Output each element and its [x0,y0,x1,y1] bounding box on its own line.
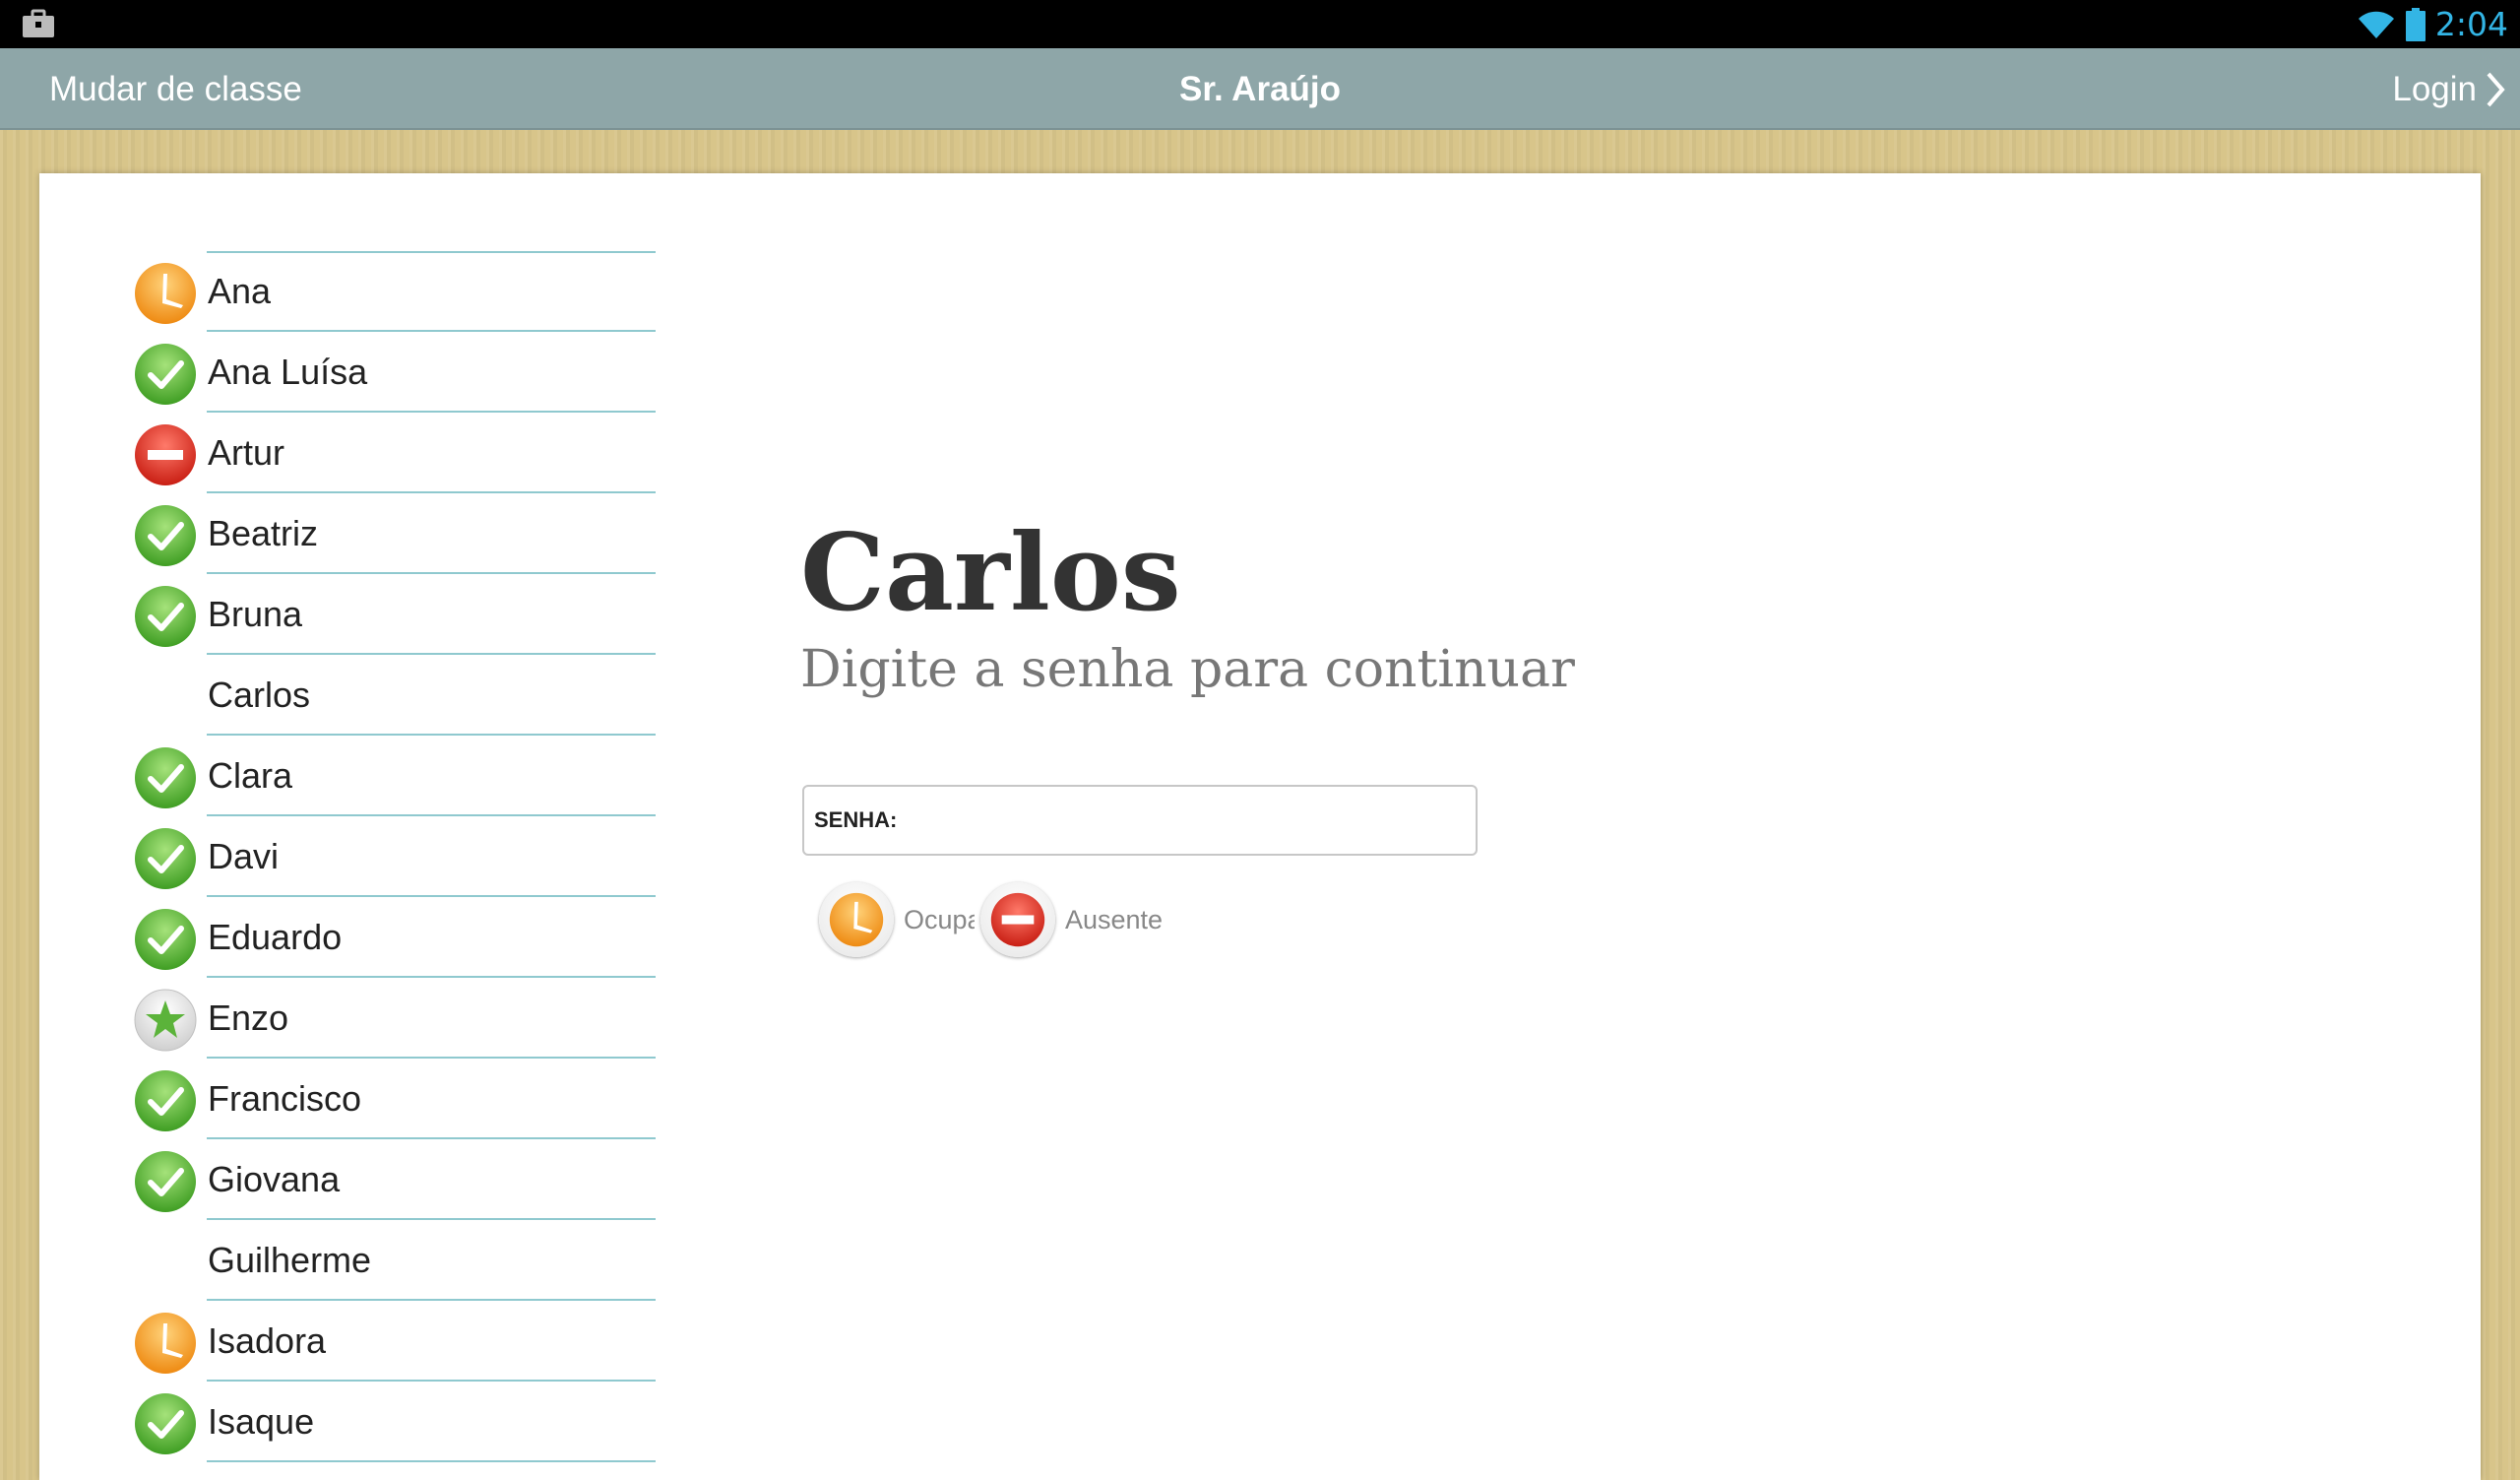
busy-status-label: Ocupa [904,904,975,934]
student-name: Giovana [208,1159,341,1199]
no-entry-icon [134,423,197,486]
login-label: Login [2392,69,2477,108]
absent-status-label: Ausente [1065,904,1164,934]
status-bar: 2:04 [0,0,2520,48]
status-icons: 2:04 [2357,0,2508,48]
star-icon [134,989,197,1052]
student-row[interactable]: Enzo [134,978,656,1059]
student-name: Guilherme [208,1240,372,1280]
student-row[interactable]: Davi [134,816,656,897]
student-row[interactable]: Isadora [134,1301,656,1382]
checkmark-icon [134,746,197,809]
row-divider [207,251,656,253]
no-entry-ring [980,882,1055,957]
absent-status-button[interactable]: Ausente [980,882,1163,957]
student-row[interactable]: Artur [134,413,656,493]
login-button[interactable]: Login [2392,48,2506,130]
student-name: Ana [208,271,272,311]
briefcase-icon [23,9,54,37]
student-row[interactable]: Giovana [134,1139,656,1220]
clock-time: 2:04 [2434,5,2508,43]
busy-status-button[interactable]: Ocupa [819,882,975,957]
app-bar: Mudar de classe Sr. Araújo Login [0,48,2520,130]
student-row[interactable]: Eduardo [134,897,656,978]
student-row[interactable]: Isaque [134,1382,656,1462]
student-name: Isaque [208,1401,315,1442]
student-name: Artur [208,432,285,473]
row-divider [207,1460,656,1462]
student-name: Ana Luísa [208,352,368,392]
wifi-icon [2358,11,2394,38]
password-label: SENHA: [814,807,898,832]
clock-ring [819,882,894,957]
student-name: Beatriz [208,513,319,553]
no-entry-icon [990,892,1045,947]
checkmark-icon [134,343,197,406]
password-input[interactable] [907,804,1476,837]
password-field[interactable]: SENHA: [802,785,1478,856]
page-title: Sr. Araújo [1178,70,1342,108]
student-row[interactable]: Ana Luísa [134,332,656,413]
checkmark-icon [134,827,197,890]
student-name: Isadora [208,1320,327,1361]
checkmark-icon [134,585,197,648]
student-name: Bruna [208,594,303,634]
checkmark-icon [134,504,197,567]
checkmark-icon [134,908,197,971]
student-row[interactable]: Carlos [134,655,656,736]
checkmark-icon [134,1069,197,1132]
student-row[interactable]: Guilherme [134,1220,656,1301]
selected-student-name: Carlos [800,511,1181,635]
student-row[interactable]: Francisco [134,1059,656,1139]
student-name: Eduardo [208,917,343,957]
student-name: Carlos [208,675,311,715]
clock-icon [134,262,197,325]
clock-icon [134,1312,197,1375]
student-name: Francisco [208,1078,362,1119]
clock-icon [829,892,884,947]
battery-icon [2405,7,2426,41]
student-name: Davi [208,836,280,876]
student-row[interactable]: Clara [134,736,656,816]
student-row[interactable]: Ana [134,251,656,332]
chevron-right-icon [2487,72,2505,106]
student-name: Enzo [208,997,289,1038]
checkmark-icon [134,1150,197,1213]
student-name: Clara [208,755,293,796]
password-prompt: Digite a senha para continuar [800,640,1575,699]
student-row[interactable]: Bruna [134,574,656,655]
student-list: Ana Ana Luísa Artur Beatriz Bruna Carlos Clara… [134,251,656,1462]
checkmark-icon [134,1392,197,1455]
student-row[interactable]: Beatriz [134,493,656,574]
